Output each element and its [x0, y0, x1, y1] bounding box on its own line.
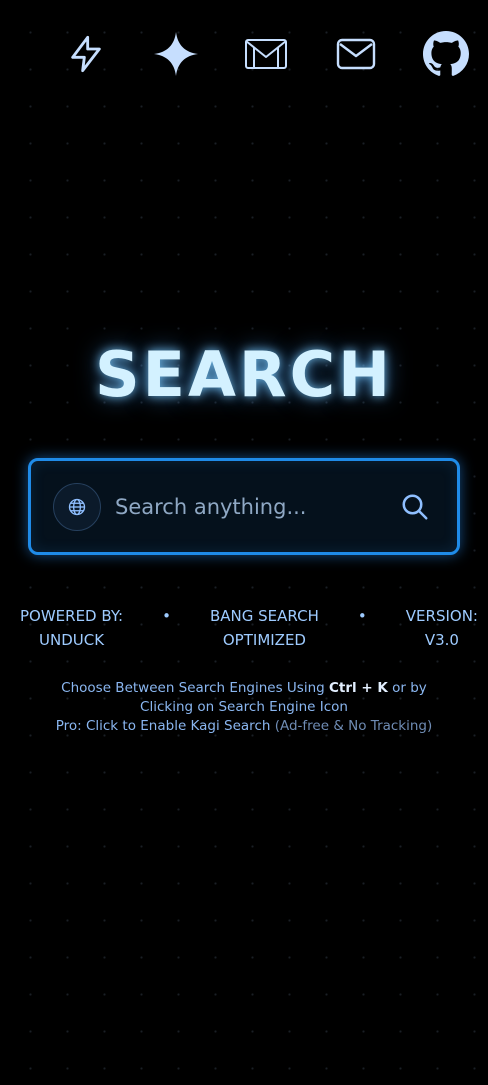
hint-line-2: Clicking on Search Engine Icon — [140, 699, 348, 715]
info-row: POWERED BY: UNDUCK • BANG SEARCH OPTIMIZ… — [20, 604, 478, 652]
top-bar — [60, 28, 472, 80]
separator-dot: • — [162, 607, 171, 625]
pro-note: (Ad-free & No Tracking) — [274, 718, 433, 734]
powered-by-info: POWERED BY: UNDUCK — [20, 604, 123, 652]
powered-by-label: POWERED BY: — [20, 607, 124, 625]
separator-dot: • — [357, 607, 367, 625]
version-info: VERSION: V3.0 — [406, 604, 478, 652]
pro-text: Pro: Click to Enable Kagi Search — [55, 718, 271, 734]
search-icon — [402, 494, 428, 519]
hint-suffix: or by — [392, 680, 427, 696]
search-input[interactable] — [113, 485, 387, 528]
github-icon[interactable] — [420, 28, 472, 80]
bang-search-label: BANG SEARCH — [210, 607, 319, 625]
version-value: V3.0 — [424, 631, 459, 649]
hints: Choose Between Search Engines Using Ctrl… — [0, 679, 488, 736]
version-label: VERSION: — [405, 607, 478, 625]
keyboard-shortcut: Ctrl + K — [329, 680, 388, 696]
gmail-icon[interactable] — [240, 28, 292, 80]
kagi-search-toggle[interactable]: Pro: Click to Enable Kagi Search (Ad-fre… — [0, 717, 488, 736]
hint-prefix: Choose Between Search Engines Using — [61, 680, 325, 696]
sparkle-icon[interactable] — [150, 28, 202, 80]
globe-icon — [68, 498, 86, 515]
search-box — [28, 458, 460, 555]
powered-by-value: UNDUCK — [39, 631, 105, 649]
search-engine-button[interactable] — [53, 482, 101, 531]
bang-search-value: OPTIMIZED — [222, 631, 306, 649]
lightning-icon[interactable] — [60, 28, 112, 80]
mail-icon[interactable] — [330, 28, 382, 80]
search-submit-button[interactable] — [395, 487, 435, 527]
bang-search-info: BANG SEARCH OPTIMIZED — [210, 604, 319, 652]
page-title: SEARCH — [94, 338, 394, 411]
hint-line-1: Choose Between Search Engines Using Ctrl… — [0, 679, 488, 698]
